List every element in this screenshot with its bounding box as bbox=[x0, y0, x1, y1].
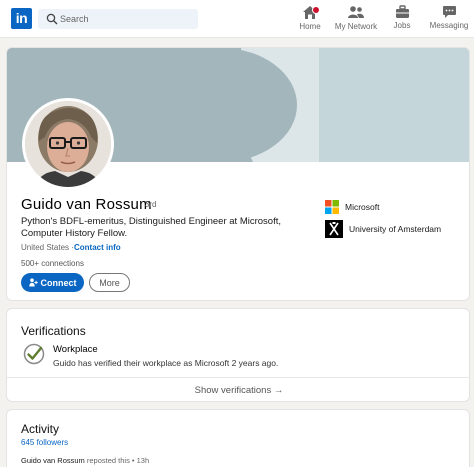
verified-check-icon bbox=[23, 343, 45, 365]
org-name: Microsoft bbox=[345, 202, 380, 212]
repost-line: Guido van Rossum reposted this • 13h bbox=[21, 456, 149, 465]
repost-author[interactable]: Guido van Rossum bbox=[21, 456, 85, 465]
followers-count[interactable]: 645 followers bbox=[21, 438, 68, 447]
nav-label-home: Home bbox=[299, 22, 321, 31]
search-input[interactable] bbox=[60, 9, 192, 29]
nav-label-jobs: Jobs bbox=[393, 21, 411, 30]
profile-location: United States · bbox=[21, 243, 74, 252]
top-nav: in Home My Network Jobs bbox=[0, 0, 474, 38]
connection-degree: · 3rd bbox=[140, 200, 157, 209]
microsoft-logo-icon bbox=[325, 200, 339, 214]
org-name: University of Amsterdam bbox=[349, 224, 442, 234]
repost-meta: reposted this • 13h bbox=[86, 456, 150, 465]
activity-card: Activity 645 followers Guido van Rossum … bbox=[6, 409, 470, 467]
add-person-icon bbox=[28, 278, 38, 287]
section-title-verifications: Verifications bbox=[21, 324, 86, 338]
connections-count[interactable]: 500+ connections bbox=[21, 259, 84, 268]
notification-badge bbox=[312, 6, 320, 14]
profile-photo bbox=[25, 101, 111, 187]
nav-label-my-network: My Network bbox=[334, 22, 378, 31]
avatar[interactable] bbox=[22, 98, 114, 190]
nav-messaging[interactable]: Messaging bbox=[429, 5, 469, 35]
profile-card: Guido van Rossum · 3rd Python's BDFL-eme… bbox=[6, 47, 470, 301]
profile-name: Guido van Rossum bbox=[21, 196, 152, 213]
connect-button[interactable]: Connect bbox=[21, 273, 84, 292]
section-title-activity: Activity bbox=[21, 422, 60, 436]
org-university-of-amsterdam[interactable]: University of Amsterdam bbox=[325, 219, 441, 239]
messaging-icon bbox=[442, 6, 456, 18]
verifications-card: Verifications Workplace Guido has verifi… bbox=[6, 308, 470, 402]
search-icon bbox=[46, 13, 58, 25]
verification-workplace-desc: Guido has verified their workplace as Mi… bbox=[53, 358, 279, 368]
verification-workplace-title: Workplace bbox=[53, 344, 98, 355]
org-microsoft[interactable]: Microsoft bbox=[325, 197, 379, 217]
nav-jobs[interactable]: Jobs bbox=[389, 5, 415, 35]
nav-label-messaging: Messaging bbox=[429, 21, 469, 30]
nav-my-network[interactable]: My Network bbox=[334, 5, 378, 35]
contact-info-link[interactable]: Contact info bbox=[74, 243, 121, 252]
network-icon bbox=[348, 6, 364, 18]
linkedin-logo[interactable]: in bbox=[11, 8, 32, 29]
show-verifications-button[interactable]: Show verifications → bbox=[7, 377, 469, 401]
search-box[interactable] bbox=[38, 9, 198, 29]
uva-logo-icon bbox=[325, 220, 343, 238]
profile-headline: Python's BDFL-emeritus, Distinguished En… bbox=[21, 216, 282, 239]
briefcase-icon bbox=[395, 5, 409, 18]
nav-home[interactable]: Home bbox=[296, 5, 324, 35]
connect-label: Connect bbox=[40, 277, 77, 288]
more-button[interactable]: More bbox=[89, 273, 130, 292]
